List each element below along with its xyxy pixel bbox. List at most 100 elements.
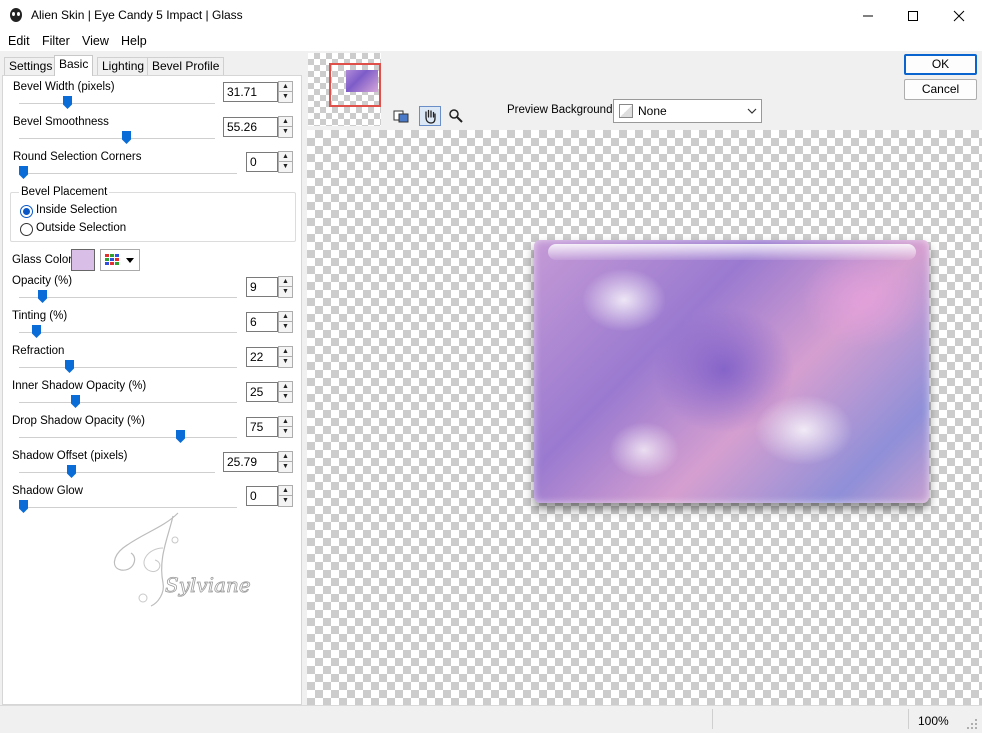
tab-lighting[interactable]: Lighting xyxy=(97,57,150,75)
shadow-glow-label: Shadow Glow xyxy=(12,485,83,497)
glass-color-label: Glass Color xyxy=(12,254,73,266)
close-icon xyxy=(953,10,965,21)
tab-bevel-profile[interactable]: Bevel Profile xyxy=(147,57,225,75)
opacity-spinner[interactable]: ▲ ▼ xyxy=(278,276,293,298)
tab-strip: Settings Basic Lighting Bevel Profile xyxy=(4,55,304,76)
minimize-icon xyxy=(863,15,873,16)
opacity-label: Opacity (%) xyxy=(12,275,73,287)
opacity-field[interactable]: 9 xyxy=(246,277,278,297)
tinting-track[interactable] xyxy=(19,332,237,334)
preview-image xyxy=(534,240,929,503)
bevel-smoothness-spinner[interactable]: ▲ ▼ xyxy=(278,116,293,138)
shadow-offset-slider[interactable] xyxy=(67,465,76,478)
bevel-width-slider[interactable] xyxy=(63,96,72,109)
tab-settings[interactable]: Settings xyxy=(4,57,58,75)
menu-help[interactable]: Help xyxy=(121,34,147,48)
shadow-offset-field[interactable]: 25.79 xyxy=(223,452,278,472)
color-grid-icon xyxy=(105,254,134,265)
glass-highlight xyxy=(548,244,916,260)
drop-shadow-opacity-track[interactable] xyxy=(19,437,237,439)
menu-view[interactable]: View xyxy=(82,34,109,48)
inner-shadow-opacity-slider[interactable] xyxy=(71,395,80,408)
round-corners-field[interactable]: 0 xyxy=(246,152,278,172)
outside-selection-radio[interactable] xyxy=(20,223,33,236)
round-corners-spinner[interactable]: ▲ ▼ xyxy=(278,151,293,173)
bevel-width-track[interactable] xyxy=(19,103,215,105)
hand-tool-button[interactable] xyxy=(419,106,441,126)
round-corners-track[interactable] xyxy=(19,173,237,175)
cancel-button[interactable]: Cancel xyxy=(904,79,977,100)
drop-shadow-opacity-spinner[interactable]: ▲ ▼ xyxy=(278,416,293,438)
shadow-offset-track[interactable] xyxy=(19,472,215,474)
window-title: Alien Skin | Eye Candy 5 Impact | Glass xyxy=(31,8,243,22)
bevel-width-field[interactable]: 31.71 xyxy=(223,82,278,102)
inside-selection-label[interactable]: Inside Selection xyxy=(36,204,117,216)
bevel-smoothness-label: Bevel Smoothness xyxy=(13,116,109,128)
color-picker-button[interactable] xyxy=(100,249,140,271)
round-corners-slider[interactable] xyxy=(19,166,28,179)
drop-shadow-opacity-field[interactable]: 75 xyxy=(246,417,278,437)
status-bar: 100% xyxy=(0,705,982,733)
background-swatch-icon xyxy=(619,104,633,118)
bevel-smoothness-slider[interactable] xyxy=(122,131,131,144)
basic-tab-content: Bevel Width (pixels) 31.71 ▲ ▼ Bevel Smoo… xyxy=(2,75,302,705)
minimize-button[interactable] xyxy=(845,0,891,31)
inner-shadow-opacity-spinner[interactable]: ▲ ▼ xyxy=(278,381,293,403)
zoom-tool-button[interactable] xyxy=(445,106,467,126)
opacity-slider[interactable] xyxy=(38,290,47,303)
refraction-spinner[interactable]: ▲ ▼ xyxy=(278,346,293,368)
navigator-viewport-box[interactable] xyxy=(329,63,381,107)
watermark-ornament-icon xyxy=(113,512,179,607)
bevel-width-label: Bevel Width (pixels) xyxy=(13,81,115,93)
drop-shadow-opacity-label: Drop Shadow Opacity (%) xyxy=(12,415,145,427)
bevel-width-spinner[interactable]: ▲ ▼ xyxy=(278,81,293,103)
refraction-field[interactable]: 22 xyxy=(246,347,278,367)
title-bar: Alien Skin | Eye Candy 5 Impact | Glass xyxy=(0,0,982,31)
preview-background-value: None xyxy=(638,104,667,118)
outside-selection-label[interactable]: Outside Selection xyxy=(36,222,126,234)
shadow-glow-field[interactable]: 0 xyxy=(246,486,278,506)
bevel-smoothness-track[interactable] xyxy=(19,138,215,140)
menu-bar: Edit Filter View Help xyxy=(0,31,982,51)
tinting-slider[interactable] xyxy=(32,325,41,338)
inner-shadow-opacity-label: Inner Shadow Opacity (%) xyxy=(12,380,147,392)
bevel-smoothness-field[interactable]: 55.26 xyxy=(223,117,278,137)
tinting-label: Tinting (%) xyxy=(12,310,68,322)
bevel-placement-group xyxy=(10,192,296,242)
drop-shadow-opacity-slider[interactable] xyxy=(176,430,185,443)
refraction-track[interactable] xyxy=(19,367,237,369)
close-button[interactable] xyxy=(936,0,982,31)
zoom-level: 100% xyxy=(918,714,949,728)
maximize-button[interactable] xyxy=(890,0,936,31)
ok-button[interactable]: OK xyxy=(904,54,977,75)
refraction-slider[interactable] xyxy=(65,360,74,373)
hand-icon xyxy=(425,109,436,124)
settings-panel: Settings Basic Lighting Bevel Profile Be… xyxy=(0,51,306,705)
inner-shadow-opacity-track[interactable] xyxy=(19,402,237,404)
shadow-offset-spinner[interactable]: ▲ ▼ xyxy=(278,451,293,473)
shadow-glow-slider[interactable] xyxy=(19,500,28,513)
maximize-icon xyxy=(908,10,918,21)
menu-filter[interactable]: Filter xyxy=(42,34,70,48)
inside-selection-radio[interactable] xyxy=(20,205,33,218)
inner-shadow-opacity-field[interactable]: 25 xyxy=(246,382,278,402)
shadow-glow-spinner[interactable]: ▲ ▼ xyxy=(278,485,293,507)
preview-background-label: Preview Background: xyxy=(507,104,616,116)
status-divider xyxy=(908,709,909,729)
bevel-placement-label: Bevel Placement xyxy=(19,186,110,198)
compare-icon xyxy=(393,110,409,123)
round-corners-label: Round Selection Corners xyxy=(13,151,142,163)
glass-color-swatch[interactable] xyxy=(71,249,95,271)
magnifier-icon xyxy=(449,109,463,123)
tinting-spinner[interactable]: ▲ ▼ xyxy=(278,311,293,333)
preview-background-select[interactable]: None xyxy=(613,99,762,123)
opacity-track[interactable] xyxy=(19,297,237,299)
preview-toggle-button[interactable] xyxy=(390,106,412,126)
watermark-signature: Sylviane xyxy=(165,573,252,598)
tab-basic[interactable]: Basic xyxy=(54,55,94,76)
menu-edit[interactable]: Edit xyxy=(8,34,30,48)
shadow-offset-label: Shadow Offset (pixels) xyxy=(12,450,128,462)
refraction-label: Refraction xyxy=(12,345,65,357)
tinting-field[interactable]: 6 xyxy=(246,312,278,332)
resize-grip-icon[interactable] xyxy=(966,718,978,730)
